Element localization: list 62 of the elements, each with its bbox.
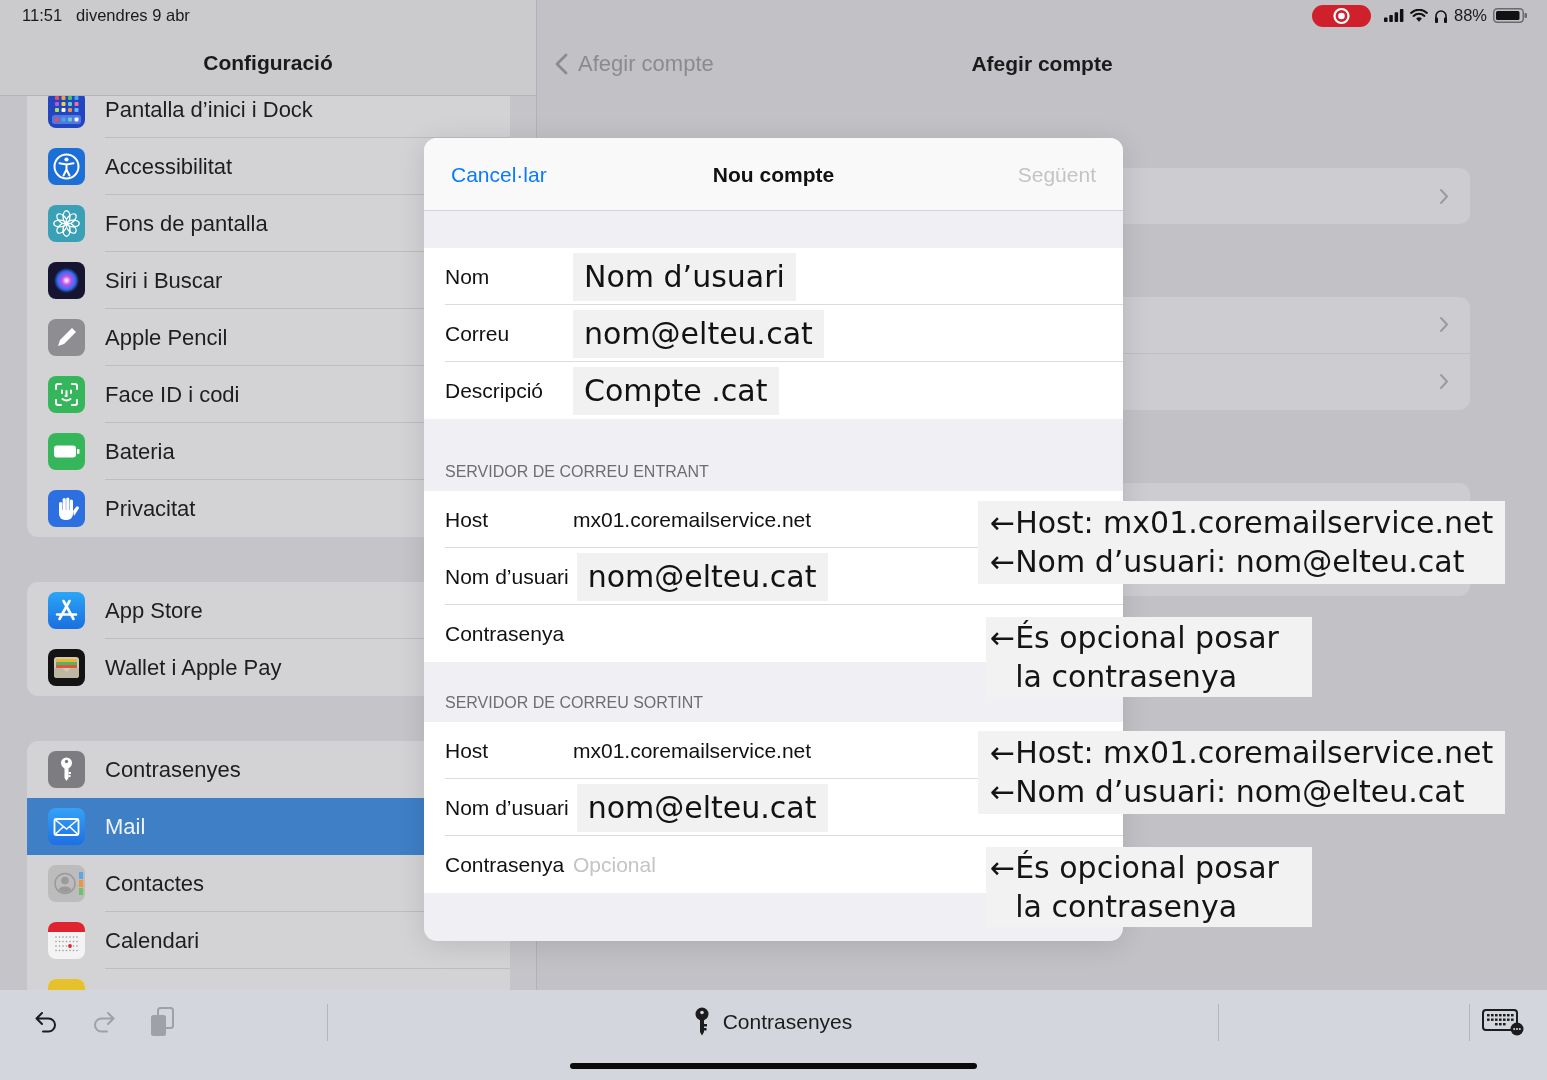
clipboard-icon bbox=[149, 1007, 175, 1037]
name-field[interactable]: Nom d’usuari bbox=[573, 252, 796, 301]
keyboard-button[interactable] bbox=[1482, 1008, 1524, 1036]
hand-icon bbox=[48, 490, 85, 527]
section-header: SERVIDOR DE CORREU SORTINT bbox=[445, 694, 704, 712]
host-field[interactable]: mx01.coremailservice.net bbox=[573, 505, 970, 534]
wifi-icon bbox=[1409, 9, 1428, 22]
wallet-icon bbox=[48, 649, 85, 686]
accessibility-icon bbox=[48, 148, 85, 185]
undo-button[interactable] bbox=[33, 1009, 59, 1035]
callout-text: ←Nom d’usuari: nom@elteu.cat bbox=[990, 543, 1466, 581]
sidebar-item[interactable]: Calendari bbox=[27, 912, 510, 969]
key-icon bbox=[48, 751, 85, 788]
section-header: SERVIDOR DE CORREU ENTRANT bbox=[445, 463, 709, 481]
host-field[interactable]: mx01.coremailservice.net bbox=[573, 736, 970, 765]
suggestion-button[interactable]: Contrasenyes bbox=[693, 1006, 853, 1038]
face-icon bbox=[48, 376, 85, 413]
page-title: Afegir compte bbox=[971, 51, 1113, 76]
sidebar-item[interactable]: Pantalla d’inici i Dock bbox=[27, 96, 510, 138]
dialog-title: Nou compte bbox=[712, 161, 835, 187]
description-field[interactable]: Compte .cat bbox=[573, 366, 779, 415]
signal-icon bbox=[1383, 9, 1404, 22]
callout-text: ←És opcional posar la contrasenya bbox=[990, 849, 1280, 926]
key-icon bbox=[693, 1007, 710, 1037]
field-label: Host bbox=[445, 737, 490, 764]
field-label: Correu bbox=[445, 320, 511, 347]
status-time: 11:51 bbox=[22, 5, 63, 27]
chevron-right-icon bbox=[1439, 373, 1449, 391]
calendar-icon bbox=[48, 922, 85, 959]
app-grid-icon bbox=[48, 96, 85, 128]
battery-icon bbox=[1493, 8, 1527, 23]
sidebar-title: Configuració bbox=[203, 50, 333, 75]
email-field[interactable]: nom@elteu.cat bbox=[573, 309, 824, 358]
username-field[interactable]: nom@elteu.cat bbox=[576, 783, 828, 832]
field-label: Nom bbox=[445, 263, 491, 290]
flower-icon bbox=[48, 205, 85, 242]
keyboard-icon bbox=[1482, 1008, 1524, 1036]
envelope-icon bbox=[48, 808, 85, 845]
headphones-icon bbox=[1433, 8, 1448, 23]
callout-text: ←Host: mx01.coremailservice.net bbox=[990, 734, 1494, 772]
status-date: divendres 9 abr bbox=[76, 5, 190, 27]
callout-text: ←És opcional posar la contrasenya bbox=[990, 619, 1280, 696]
field-label: Contrasenya bbox=[445, 620, 566, 647]
field-label: Host bbox=[445, 506, 490, 533]
orb-icon bbox=[48, 262, 85, 299]
battery-percent: 88% bbox=[1453, 5, 1487, 27]
redo-icon bbox=[91, 1009, 117, 1035]
field-label: Descripció bbox=[445, 377, 545, 404]
pencil-icon bbox=[48, 319, 85, 356]
cancel-button[interactable]: Cancel·lar bbox=[451, 161, 547, 187]
chevron-right-icon bbox=[1439, 316, 1449, 334]
callout-text: ←Nom d’usuari: nom@elteu.cat bbox=[990, 773, 1466, 811]
person-icon bbox=[48, 865, 85, 902]
letter-a-icon bbox=[48, 592, 85, 629]
chevron-right-icon bbox=[1439, 187, 1449, 205]
battery-icon bbox=[48, 433, 85, 470]
sidebar-item[interactable]: Fons de pantalla bbox=[27, 195, 510, 252]
undo-icon bbox=[33, 1009, 59, 1035]
chevron-left-icon bbox=[555, 52, 568, 75]
username-field[interactable]: nom@elteu.cat bbox=[576, 552, 828, 601]
field-label: Nom d’usuari bbox=[445, 563, 570, 590]
callout-text: ←Host: mx01.coremailservice.net bbox=[990, 504, 1494, 542]
